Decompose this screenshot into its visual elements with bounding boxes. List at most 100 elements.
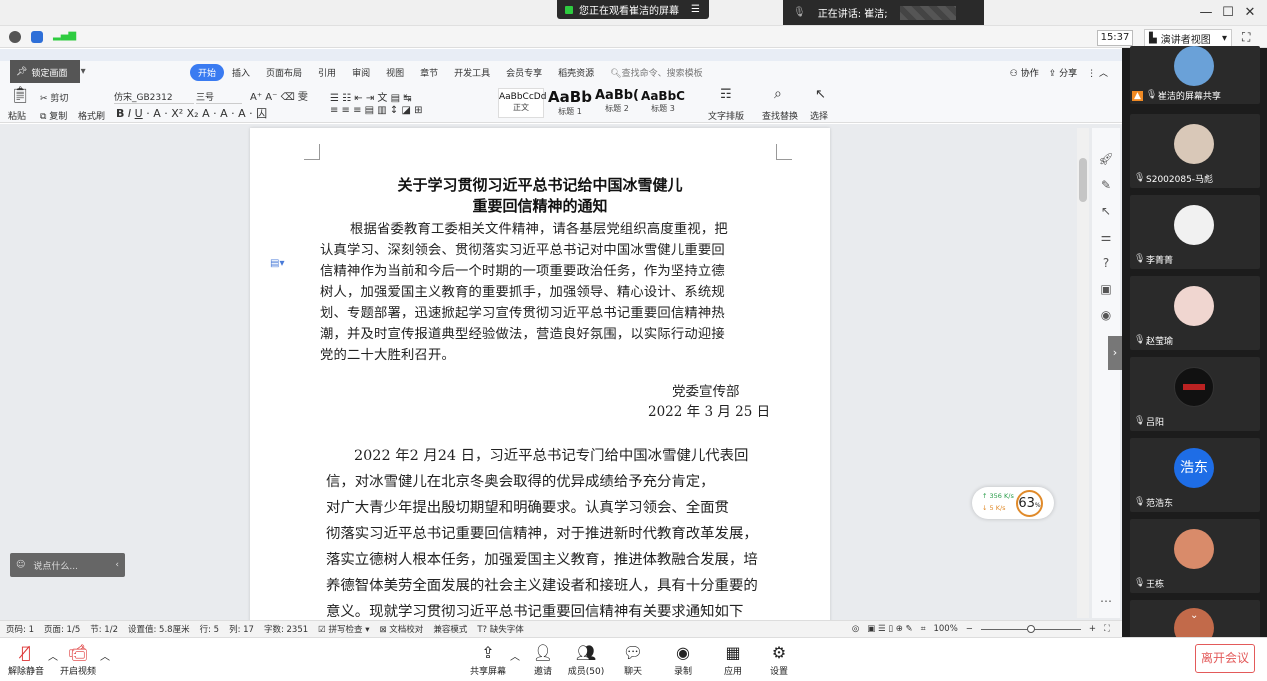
menu-layout[interactable]: 页面布局 — [258, 66, 310, 79]
participant-tile[interactable]: 浩东 🎙 范浩东 — [1130, 438, 1260, 512]
style-normal[interactable]: AaBbCcDd 正文 — [498, 88, 546, 118]
share-button[interactable]: ⇪ 分享 — [1049, 66, 1077, 79]
menu-icon[interactable]: ☰ — [691, 4, 700, 15]
format-painter-button[interactable]: 格式刷 — [78, 109, 105, 122]
maximize-icon[interactable]: ☐ — [1218, 4, 1238, 22]
network-speed-widget: ↑ 356 K/s ↓ 5 K/s 63% — [972, 487, 1054, 519]
minimize-icon[interactable]: — — [1196, 4, 1216, 22]
participant-tile[interactable]: ⌄ — [1130, 600, 1260, 648]
text-format-tools[interactable]: B I U · A · X² X₂ A · A · A · 囚 — [116, 105, 267, 121]
missing-font-button[interactable]: T? 缺失字体 — [477, 623, 523, 635]
record-button[interactable]: ◉ 录制 — [668, 642, 698, 677]
help-icon[interactable]: ? — [1098, 256, 1114, 272]
participant-tile[interactable]: 🎙 赵莹瑜 — [1130, 276, 1260, 350]
pen-icon[interactable]: ✎ — [1098, 178, 1114, 194]
zoom-level[interactable]: 100% — [933, 624, 957, 634]
command-search[interactable]: 🔍︎查找命令、搜索模板 — [602, 66, 710, 79]
location-icon[interactable]: ◉ — [1098, 308, 1114, 324]
chat-button[interactable]: 💬︎ 聊天 — [618, 642, 648, 677]
participant-tile[interactable]: ▲ 🎙 崔洁的屏幕共享 — [1130, 46, 1260, 104]
paragraph-handle-icon[interactable]: ▤▾ — [270, 258, 284, 269]
close-icon[interactable]: ✕ — [1240, 4, 1260, 22]
chevron-up-icon[interactable]: ︿ — [100, 648, 110, 663]
menu-chapter[interactable]: 章节 — [412, 66, 446, 79]
more-icon[interactable]: ⋮ ︿ — [1087, 66, 1108, 79]
menu-developer[interactable]: 开发工具 — [446, 66, 498, 79]
menu-references[interactable]: 引用 — [310, 66, 344, 79]
chat-quick-input[interactable]: ☺ 说点什么... ‹ — [10, 553, 125, 577]
apps-button[interactable]: ▦ 应用 — [718, 642, 748, 677]
font-size-select[interactable]: 三号 — [196, 90, 242, 104]
chevron-up-icon[interactable]: ︿ — [510, 648, 520, 663]
paste-button[interactable]: 粘贴 — [8, 109, 26, 122]
collab-button[interactable]: ⚇ 协作 — [1010, 66, 1039, 79]
font-family-select[interactable]: 仿宋_GB2312 — [114, 90, 194, 104]
zoom-out-icon[interactable]: − — [966, 624, 973, 634]
view-mode-icons[interactable]: ▣ ☰ ▯ ⊕ ✎ — [867, 624, 912, 634]
lock-screen-tooltip[interactable]: 📌︎ 锁定画面 — [10, 60, 80, 84]
proofread-button[interactable]: ⊠ 文档校对 — [379, 623, 423, 635]
rocket-icon[interactable]: 🚀︎ — [1098, 152, 1114, 168]
emoji-icon[interactable]: ☺ — [16, 560, 25, 570]
document-canvas[interactable]: 关于学习贯彻习近平总书记给中国冰雪健儿 重要回信精神的通知 根据省委教育工委相关… — [0, 124, 1122, 620]
expand-icon[interactable]: ⛶ — [1104, 624, 1110, 634]
unmute-button[interactable]: 🎙̸ 解除静音 — [6, 642, 46, 677]
scroll-thumb[interactable] — [1079, 158, 1087, 202]
settings-button[interactable]: ⚙ 设置 — [764, 642, 794, 677]
info-icon[interactable] — [9, 31, 21, 43]
fullscreen-icon[interactable]: ⛶ — [1242, 30, 1250, 45]
members-button[interactable]: 👥︎ 成员(50) — [566, 642, 606, 677]
select-button[interactable]: 选择 — [810, 109, 828, 122]
share-screen-button[interactable]: ⇪ 共享屏幕 — [468, 642, 508, 677]
more-dots-icon[interactable]: ⋯ — [1098, 594, 1114, 610]
paragraph-line: 划、专题部署，迅速掀起学习宣传贯彻习近平总书记重要回信精神热 — [320, 306, 725, 321]
zoom-in-icon[interactable]: + — [1089, 624, 1096, 634]
invite-button[interactable]: 👤︎ 邀请 — [528, 642, 558, 677]
menu-docer[interactable]: 稻壳资源 — [550, 66, 602, 79]
style-heading2[interactable]: AaBb( 标题 2 — [594, 88, 640, 118]
view-mode-button[interactable]: ▙ 演讲者视图 ▾ — [1144, 29, 1232, 47]
settings-sliders-icon[interactable]: ⚌ — [1098, 230, 1114, 246]
list-tools[interactable]: ☰ ☷ ⇤ ⇥ 文 ▤ ↹ — [330, 89, 412, 104]
fit-icon[interactable]: ⌗ — [921, 624, 926, 634]
menu-member[interactable]: 会员专享 — [498, 66, 550, 79]
style-heading1[interactable]: AaBb 标题 1 — [546, 88, 594, 118]
collapse-panel-button[interactable]: › — [1108, 336, 1122, 370]
shield-icon[interactable] — [31, 31, 43, 43]
paragraph-line: 养德智体美劳全面发展的社会主义建设者和接班人，具有十分重要的 — [326, 578, 758, 594]
layout-icon: ▙ — [1149, 32, 1157, 44]
download-speed: ↓ 5 K/s — [982, 504, 1006, 512]
scroll-down-icon[interactable]: ⌄ — [1190, 610, 1198, 621]
pointer-icon[interactable]: ↖ — [1098, 204, 1114, 220]
find-replace-button[interactable]: 查找替换 — [762, 109, 798, 122]
image-icon[interactable]: ▣ — [1098, 282, 1114, 298]
menu-view[interactable]: 视图 — [378, 66, 412, 79]
menu-home[interactable]: 开始 — [190, 63, 225, 81]
status-word-count[interactable]: 字数: 2351 — [264, 623, 308, 635]
zoom-slider[interactable] — [980, 624, 1081, 633]
participant-tile[interactable]: 🎙 李菁菁 — [1130, 195, 1260, 269]
paragraph-line: 根据省委教育工委相关文件精神，请各基层党组织高度重视，把 — [350, 222, 728, 237]
eye-icon[interactable]: ◎ — [852, 624, 859, 634]
menu-insert[interactable]: 插入 — [224, 66, 258, 79]
spellcheck-button[interactable]: ☑ 拼写检查 ▾ — [318, 623, 369, 635]
logo-mark — [1183, 384, 1205, 390]
participant-tile[interactable]: 🎙 王栋 — [1130, 519, 1260, 593]
chevron-up-icon[interactable]: ︿ — [48, 648, 58, 663]
start-video-button[interactable]: 📹︎ 开启视频 — [58, 642, 98, 677]
leave-meeting-button[interactable]: 离开会议 — [1195, 644, 1255, 673]
paste-icon[interactable]: 📋︎ — [10, 85, 30, 104]
style-heading3[interactable]: AaBbC 标题 3 — [640, 88, 686, 118]
participant-tile[interactable]: 🎙 S2002085-马彪 — [1130, 114, 1260, 188]
vertical-scrollbar[interactable] — [1077, 128, 1089, 618]
chevron-left-icon[interactable]: ‹ — [115, 560, 125, 570]
copy-button[interactable]: ⧉ 复制 — [40, 109, 67, 122]
cut-button[interactable]: ✂ 剪切 — [40, 91, 68, 104]
text-layout-button[interactable]: 文字排版 — [708, 109, 744, 122]
menu-review[interactable]: 审阅 — [344, 66, 378, 79]
participant-tile[interactable]: 🎙 吕阳 — [1130, 357, 1260, 431]
share-banner[interactable]: 您正在观看崔洁的屏幕 ☰ — [557, 0, 709, 19]
document-page[interactable]: 关于学习贯彻习近平总书记给中国冰雪健儿 重要回信精神的通知 根据省委教育工委相关… — [250, 128, 830, 620]
font-size-tools[interactable]: A⁺ A⁻ ⌫ 雯 — [250, 88, 308, 103]
align-tools[interactable]: ≡ ≡ ≡ ▤ ▥ ↕ ◪ ⊞ — [330, 105, 423, 116]
